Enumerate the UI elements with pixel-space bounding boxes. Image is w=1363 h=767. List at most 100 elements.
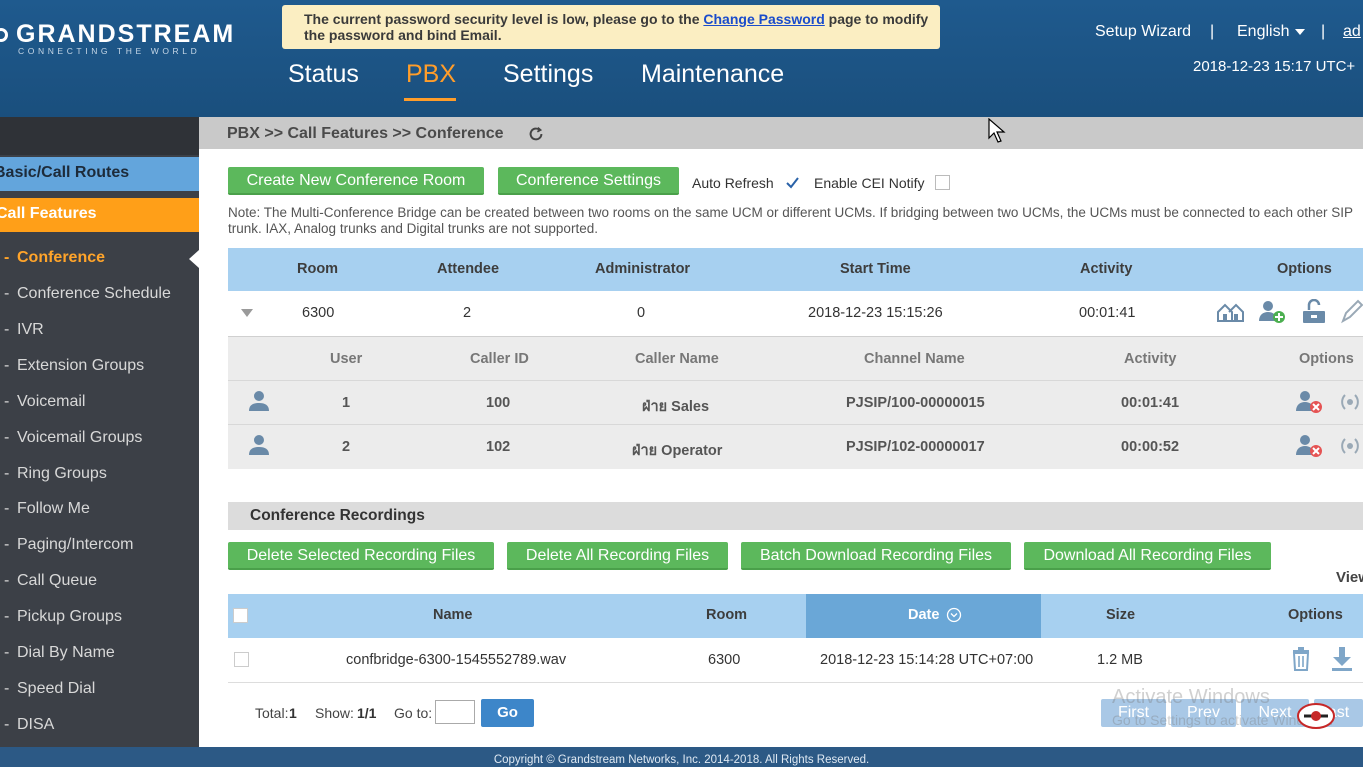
- view-selector[interactable]: View: [1336, 569, 1363, 586]
- table-row: confbridge-6300-1545552789.wav 6300 2018…: [228, 638, 1363, 682]
- row-checkbox[interactable]: [234, 652, 249, 667]
- col-name[interactable]: Name: [433, 607, 473, 623]
- system-datetime: 2018-12-23 15:17 UTC+: [1193, 58, 1356, 75]
- sidebar-item-conference-schedule[interactable]: - Conference Schedule: [0, 285, 199, 315]
- activate-windows-watermark: Activate Windows: [1112, 686, 1270, 708]
- cei-notify-checkbox[interactable]: [935, 175, 950, 190]
- participant-activity: 00:01:41: [1121, 395, 1180, 411]
- col-administrator: Administrator: [595, 261, 691, 277]
- bullet-dash: -: [4, 536, 10, 553]
- conference-bridge-icon[interactable]: [1216, 300, 1246, 324]
- goto-page-input[interactable]: [435, 700, 475, 724]
- bullet-dash: -: [4, 285, 10, 302]
- top-header: GRANDSTREAM CONNECTING THE WORLD The cur…: [0, 0, 1363, 117]
- bullet-dash: -: [4, 249, 10, 266]
- col-room[interactable]: Room: [706, 607, 747, 623]
- sidebar-item-call-queue[interactable]: - Call Queue: [0, 572, 199, 602]
- caller-name: ฝ่าย Sales: [642, 399, 710, 415]
- sidebar-item-label: Voicemail: [17, 393, 86, 410]
- start-time: 2018-12-23 15:15:26: [808, 305, 943, 321]
- sidebar-item-pickup-groups[interactable]: - Pickup Groups: [0, 608, 199, 638]
- setup-wizard-link[interactable]: Setup Wizard: [1095, 23, 1191, 41]
- recording-date: 2018-12-23 15:14:28 UTC+07:00: [820, 652, 1034, 668]
- col-size[interactable]: Size: [1106, 607, 1135, 623]
- bullet-dash: -: [4, 393, 10, 410]
- sidebar-item-extension-groups[interactable]: - Extension Groups: [0, 357, 199, 387]
- activity-time: 00:01:41: [1079, 305, 1136, 321]
- go-button[interactable]: Go: [481, 699, 534, 727]
- recording-room: 6300: [708, 652, 741, 668]
- sidebar-item-disa[interactable]: - DISA: [0, 716, 199, 746]
- sidebar-item-voicemail[interactable]: - Voicemail: [0, 393, 199, 423]
- nav-status[interactable]: Status: [288, 60, 359, 89]
- bullet-dash: -: [4, 680, 10, 697]
- bullet-dash: -: [4, 716, 10, 733]
- bullet-dash: -: [4, 429, 10, 446]
- user-link[interactable]: ad: [1343, 23, 1361, 41]
- grandstream-logo[interactable]: GRANDSTREAM CONNECTING THE WORLD: [0, 18, 233, 62]
- mute-speaker-icon[interactable]: [1339, 389, 1361, 415]
- bullet-dash: -: [4, 608, 10, 625]
- bullet-dash: -: [4, 465, 10, 482]
- caller-id: 100: [486, 395, 511, 411]
- nav-maintenance[interactable]: Maintenance: [641, 60, 784, 89]
- header-separator-2: |: [1321, 23, 1326, 40]
- trash-icon[interactable]: [1291, 647, 1311, 671]
- sidebar-item-dial-by-name[interactable]: - Dial By Name: [0, 644, 199, 674]
- sidebar-item-speed-dial[interactable]: - Speed Dial: [0, 680, 199, 710]
- mute-speaker-icon[interactable]: [1339, 433, 1361, 459]
- main-content: PBX >> Call Features >> Conference Creat…: [199, 117, 1363, 747]
- expand-caret-icon[interactable]: [240, 308, 254, 318]
- password-warning-banner: The current password security level is l…: [282, 5, 940, 49]
- language-select[interactable]: English: [1237, 23, 1306, 41]
- create-conference-room-button[interactable]: Create New Conference Room: [228, 167, 484, 195]
- sidebar-item-voicemail-groups[interactable]: - Voicemail Groups: [0, 429, 199, 459]
- sidebar-item-label: Pickup Groups: [17, 608, 122, 625]
- download-all-recordings-button[interactable]: Download All Recording Files: [1024, 542, 1271, 570]
- edit-icon[interactable]: [1339, 299, 1363, 325]
- participant-activity: 00:00:52: [1121, 439, 1180, 455]
- logo-brand: GRANDSTREAM: [16, 20, 236, 48]
- bullet-dash: -: [4, 500, 10, 517]
- sidebar-item-label: Conference: [17, 249, 106, 266]
- unlock-icon[interactable]: [1301, 299, 1327, 325]
- chevron-down-icon: [1295, 28, 1306, 35]
- nav-settings[interactable]: Settings: [503, 60, 593, 89]
- sidebar-item-label: Paging/Intercom: [17, 536, 134, 553]
- delete-selected-recordings-button[interactable]: Delete Selected Recording Files: [228, 542, 494, 570]
- kick-user-icon[interactable]: [1296, 433, 1324, 459]
- change-password-link[interactable]: Change Password: [703, 11, 824, 27]
- sidebar-item-paging-intercom[interactable]: - Paging/Intercom: [0, 536, 199, 566]
- col-date-sorted[interactable]: Date: [806, 594, 1041, 638]
- invite-user-icon[interactable]: [1258, 299, 1288, 325]
- auto-refresh-checkbox[interactable]: [785, 175, 800, 190]
- sidebar-item-follow-me[interactable]: - Follow Me: [0, 500, 199, 530]
- recordings-section-header: Conference Recordings: [228, 502, 1363, 530]
- col-start-time: Start Time: [840, 261, 911, 277]
- sidebar-section-basic-call-routes[interactable]: Basic/Call Routes: [0, 157, 199, 191]
- sort-down-icon: [946, 607, 962, 623]
- bullet-dash: -: [4, 357, 10, 374]
- goto-label: Go to:: [394, 705, 433, 721]
- show-value: 1/1: [357, 705, 377, 721]
- checkmark-icon: [786, 177, 799, 189]
- col-channel-name: Channel Name: [864, 351, 965, 367]
- warning-text-prefix: The current password security level is l…: [304, 11, 704, 27]
- logo-mark-icon: [0, 28, 8, 42]
- sidebar-item-conference[interactable]: - Conference: [0, 249, 199, 279]
- sidebar-item-ring-groups[interactable]: - Ring Groups: [0, 465, 199, 495]
- nav-pbx[interactable]: PBX: [406, 60, 456, 89]
- refresh-icon[interactable]: [527, 125, 545, 143]
- kick-user-icon[interactable]: [1296, 389, 1324, 415]
- delete-all-recordings-button[interactable]: Delete All Recording Files: [507, 542, 728, 570]
- select-all-checkbox[interactable]: [233, 608, 248, 623]
- download-icon[interactable]: [1331, 646, 1353, 672]
- recordings-table-header: Name Room Date Size Options: [228, 594, 1363, 638]
- sidebar-section-call-features[interactable]: Call Features: [0, 198, 199, 232]
- conference-settings-button[interactable]: Conference Settings: [498, 167, 679, 195]
- caller-id: 102: [486, 439, 511, 455]
- sidebar-item-ivr[interactable]: - IVR: [0, 321, 199, 351]
- batch-download-recordings-button[interactable]: Batch Download Recording Files: [741, 542, 1011, 570]
- col-options: Options: [1277, 261, 1332, 277]
- show-label: Show:: [315, 705, 354, 721]
